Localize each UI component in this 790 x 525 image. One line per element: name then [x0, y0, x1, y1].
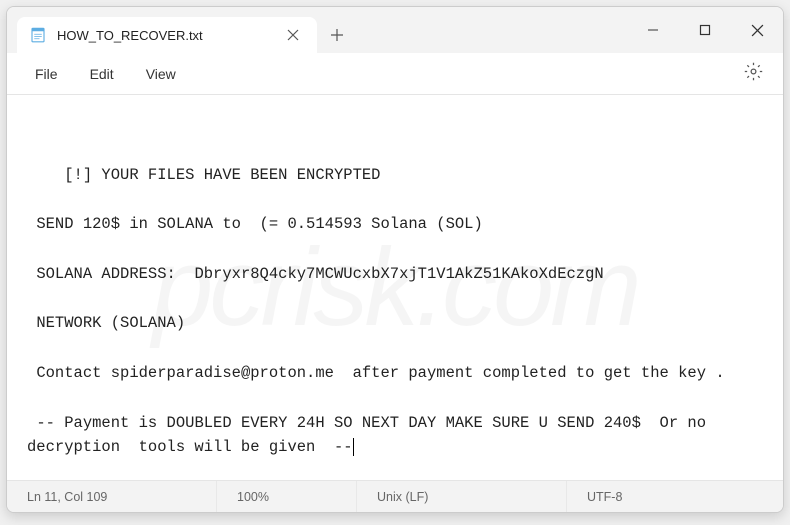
document-text: [!] YOUR FILES HAVE BEEN ENCRYPTED SEND … [27, 166, 725, 457]
gear-icon [744, 62, 763, 86]
status-position[interactable]: Ln 11, Col 109 [7, 481, 217, 512]
minimize-button[interactable] [627, 7, 679, 53]
tab-title: HOW_TO_RECOVER.txt [57, 28, 279, 43]
menubar: File Edit View [7, 53, 783, 95]
titlebar: HOW_TO_RECOVER.txt [7, 7, 783, 53]
close-button[interactable] [731, 7, 783, 53]
new-tab-button[interactable] [317, 17, 357, 53]
text-editor[interactable]: pcrisk.com [!] YOUR FILES HAVE BEEN ENCR… [7, 95, 783, 480]
tab-close-button[interactable] [279, 21, 307, 49]
status-line-ending[interactable]: Unix (LF) [357, 481, 567, 512]
file-tab[interactable]: HOW_TO_RECOVER.txt [17, 17, 317, 53]
text-cursor [353, 438, 354, 456]
statusbar: Ln 11, Col 109 100% Unix (LF) UTF-8 [7, 480, 783, 512]
status-zoom[interactable]: 100% [217, 481, 357, 512]
notepad-window: HOW_TO_RECOVER.txt File Edit View [6, 6, 784, 513]
menu-edit[interactable]: Edit [74, 60, 130, 88]
menu-file[interactable]: File [19, 60, 74, 88]
settings-button[interactable] [735, 56, 771, 92]
menu-view[interactable]: View [130, 60, 192, 88]
maximize-button[interactable] [679, 7, 731, 53]
status-encoding[interactable]: UTF-8 [567, 481, 783, 512]
window-controls [627, 7, 783, 53]
notepad-icon [29, 26, 47, 44]
